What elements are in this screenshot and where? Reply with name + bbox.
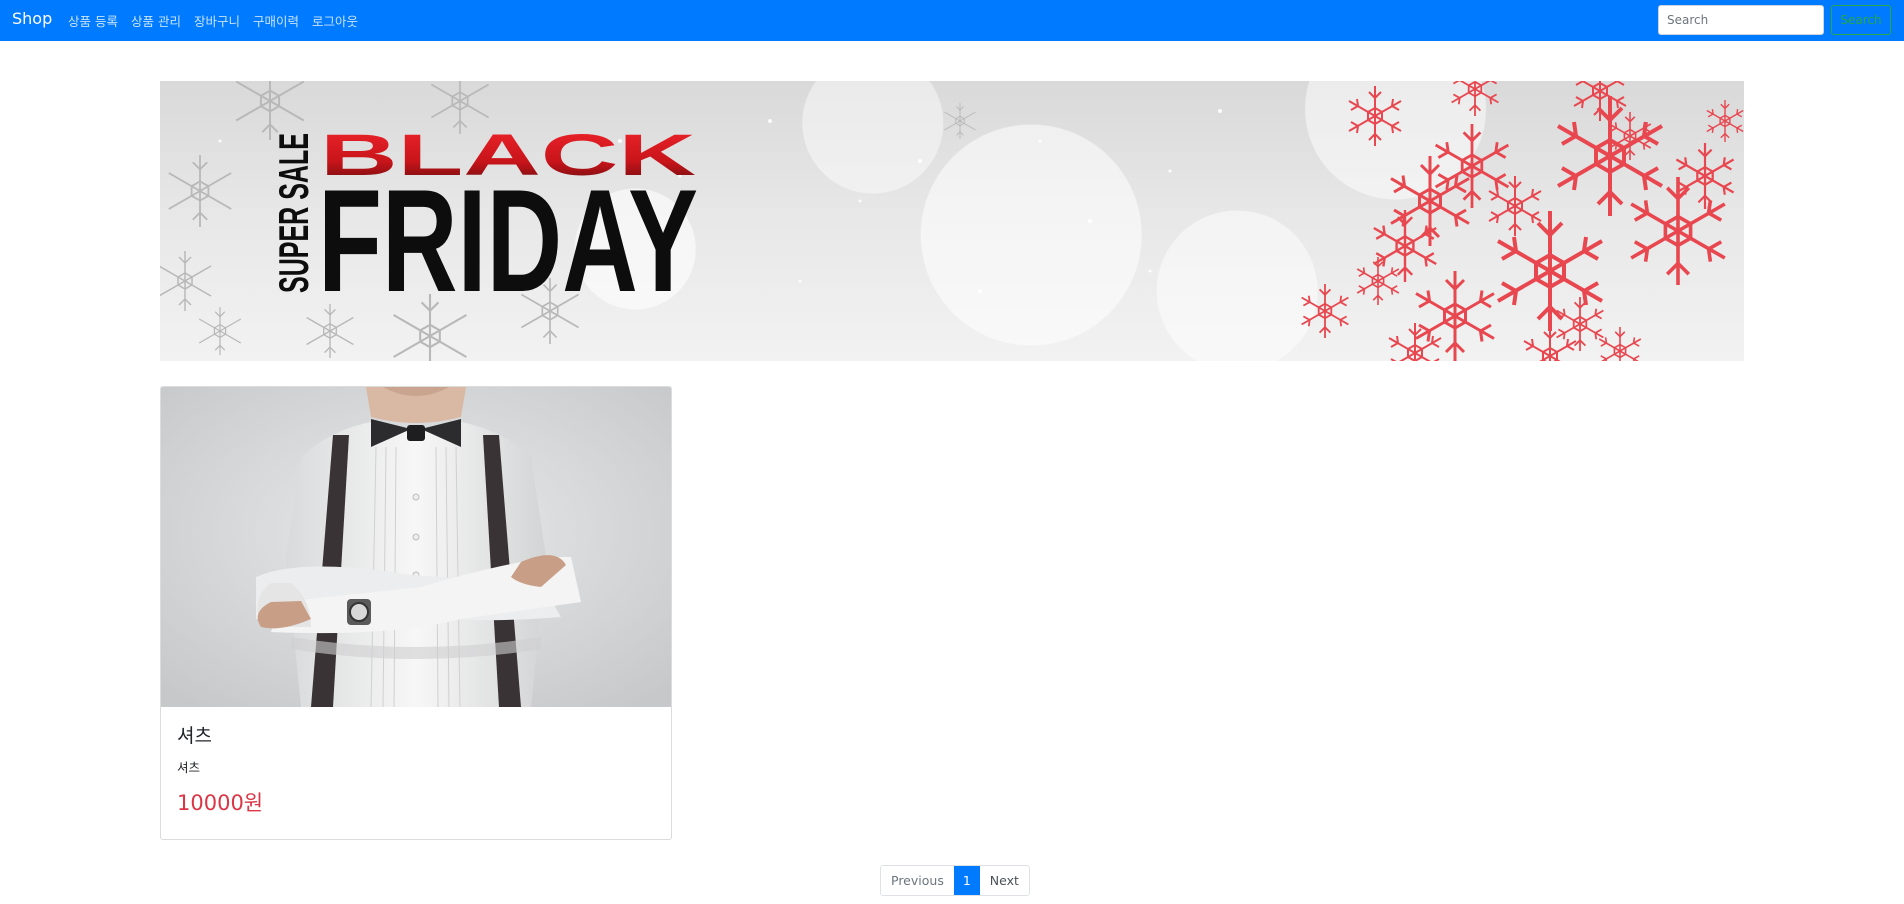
search-input[interactable] bbox=[1658, 5, 1824, 35]
banner-side-text: SUPER SALE bbox=[270, 133, 317, 293]
nav-link-purchase-history[interactable]: 구매이력 bbox=[253, 11, 299, 30]
product-card[interactable]: 셔츠 셔츠 10000원 bbox=[160, 386, 672, 840]
nav-link-logout[interactable]: 로그아웃 bbox=[312, 11, 358, 30]
nav-link-manage-products[interactable]: 상품 관리 bbox=[131, 11, 181, 30]
black-friday-banner: BLACK FRIDAY SUPER SALE bbox=[160, 81, 1744, 361]
top-navbar: Shop 상품 등록 상품 관리 장바구니 구매이력 로그아웃 Search bbox=[0, 0, 1904, 41]
pagination-page-1[interactable]: 1 bbox=[953, 866, 980, 895]
banner-headline-bottom: FRIDAY bbox=[318, 159, 698, 322]
banner-artwork: BLACK FRIDAY SUPER SALE bbox=[160, 81, 1744, 361]
product-name[interactable]: 셔츠 bbox=[177, 721, 212, 748]
pagination: Previous 1 Next bbox=[880, 865, 1030, 896]
product-description: 셔츠 bbox=[177, 760, 201, 775]
pagination-next[interactable]: Next bbox=[979, 866, 1029, 895]
search-button[interactable]: Search bbox=[1831, 5, 1891, 35]
nav-link-register-product[interactable]: 상품 등록 bbox=[68, 11, 118, 30]
nav-links: 상품 등록 상품 관리 장바구니 구매이력 로그아웃 bbox=[68, 11, 371, 30]
brand-link[interactable]: Shop bbox=[12, 9, 52, 28]
product-photo-illustration bbox=[161, 387, 671, 707]
nav-link-cart[interactable]: 장바구니 bbox=[194, 11, 240, 30]
product-price: 10000원 bbox=[177, 791, 264, 815]
pagination-previous[interactable]: Previous bbox=[881, 866, 954, 895]
product-image[interactable] bbox=[161, 387, 671, 707]
